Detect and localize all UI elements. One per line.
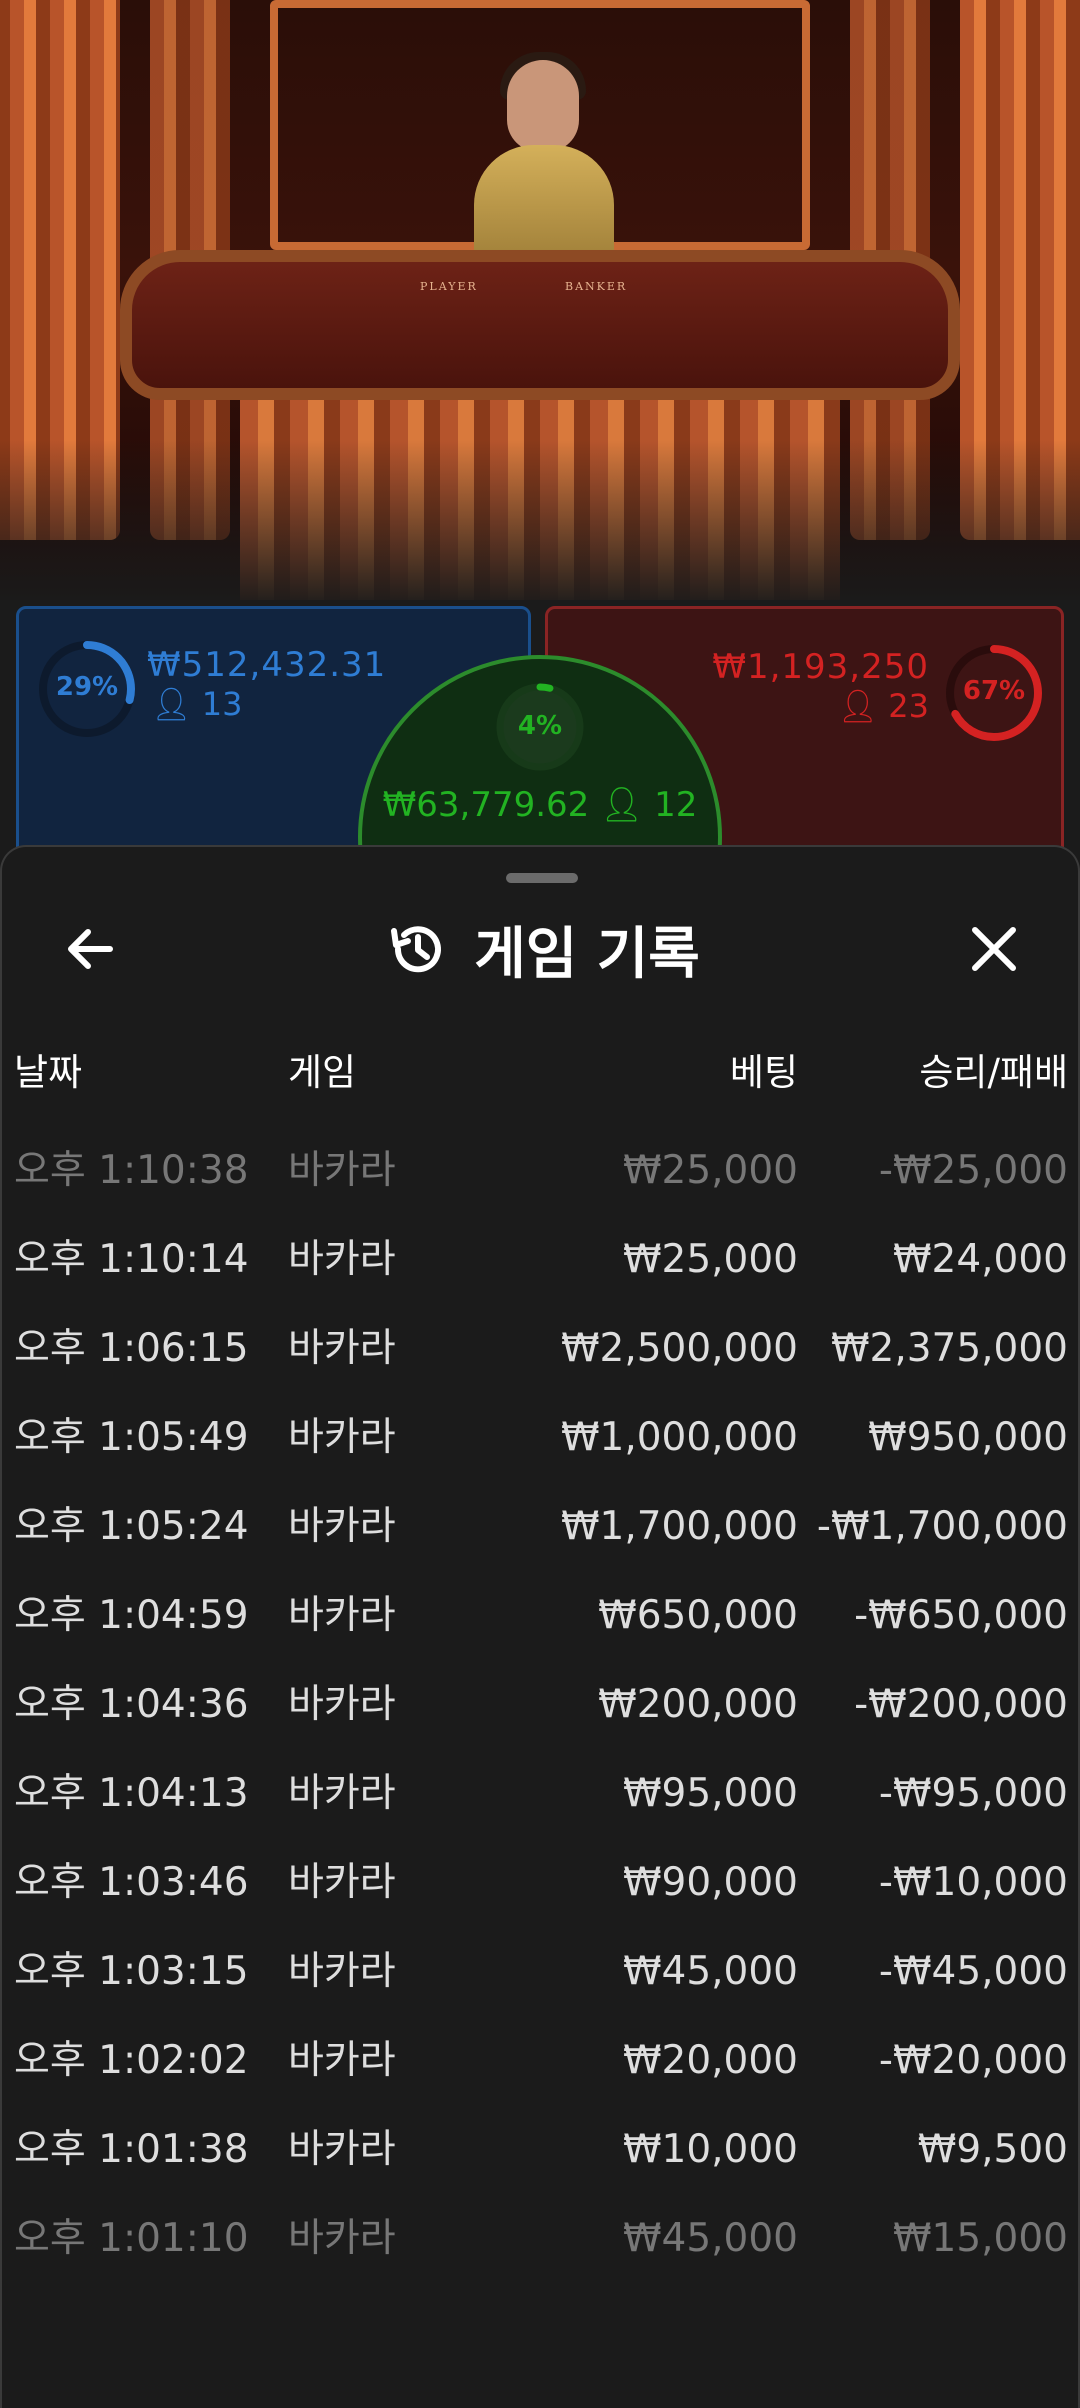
row-time: 오후 1:05:49 [14,1415,249,1460]
row-time: 오후 1:03:46 [14,1860,249,1905]
row-win-loss: ₩24,000 [892,1237,1068,1282]
banker-amount: ₩1,193,250 [712,647,929,687]
row-win-loss: ₩15,000 [892,2216,1068,2261]
row-bet: ₩1,700,000 [560,1504,798,1549]
close-icon [972,927,1016,971]
banker-percent: 67% [962,676,1026,706]
player-percent: 29% [55,672,119,702]
history-row[interactable]: 오후 1:10:14 바카라 ₩25,000 ₩24,000 [2,1215,1078,1304]
row-time: 오후 1:05:24 [14,1504,249,1549]
row-game: 바카라 [288,1949,396,1994]
player-count: 13 [201,685,243,723]
row-game: 바카라 [288,1771,396,1816]
player-count-row: 👤︎ 13 [151,685,243,723]
row-bet: ₩650,000 [598,1593,798,1638]
banker-count-row: 👤︎ 23 [837,687,929,725]
tie-amount-row: ₩63,779.62 👤︎ 12 [362,785,718,825]
row-bet: ₩90,000 [622,1860,798,1905]
column-bet: 베팅 [729,1051,798,1094]
row-time: 오후 1:02:02 [14,2038,249,2083]
history-row[interactable]: 오후 1:01:38 바카라 ₩10,000 ₩9,500 [2,2105,1078,2194]
person-icon: 👤︎ [600,785,644,825]
row-game: 바카라 [288,2127,396,2172]
player-amount: ₩512,432.31 [147,645,387,685]
row-time: 오후 1:10:14 [14,1237,249,1282]
live-dealer-video: PLAYER BANKER [0,0,1080,600]
row-bet: ₩45,000 [622,1949,798,1994]
row-time: 오후 1:04:13 [14,1771,249,1816]
row-win-loss: -₩10,000 [878,1860,1068,1905]
row-time: 오후 1:04:59 [14,1593,249,1638]
table-label-banker: BANKER [565,280,628,293]
row-time: 오후 1:04:36 [14,1682,249,1727]
page-title: 게임 기록 [474,921,700,987]
row-win-loss: ₩9,500 [917,2127,1068,2172]
history-icon [391,926,442,973]
row-bet: ₩25,000 [622,1237,798,1282]
history-list[interactable]: 오후 1:11:05바카라₩70,000₩47,000오후 1:10:38바카라… [2,1102,1078,2408]
history-row[interactable]: 오후 1:06:15 바카라 ₩2,500,000 ₩2,375,000 [2,1304,1078,1393]
video-fade [0,440,1080,600]
row-game: 바카라 [288,1504,396,1549]
close-button[interactable] [958,913,1030,985]
row-bet: ₩10,000 [622,2127,798,2172]
row-win-loss: -₩45,000 [878,1949,1068,1994]
row-game: 바카라 [288,1415,396,1460]
dealer-head [507,60,579,152]
row-game: 바카라 [288,1326,396,1371]
history-row[interactable]: 오후 1:02:02 바카라 ₩20,000 -₩20,000 [2,2016,1078,2105]
row-win-loss: ₩950,000 [868,1415,1068,1460]
row-bet: ₩20,000 [622,2038,798,2083]
sheet-drag-handle[interactable] [506,873,578,883]
row-time: 오후 1:03:15 [14,1949,249,1994]
tie-percent: 4% [517,711,563,741]
row-win-loss: ₩2,375,000 [830,1326,1068,1371]
row-bet: ₩2,500,000 [560,1326,798,1371]
tie-count: 12 [654,785,698,825]
column-game: 게임 [288,1051,357,1094]
row-bet: ₩45,000 [622,2216,798,2261]
banker-count: 23 [888,687,929,725]
row-bet: ₩95,000 [622,1771,798,1816]
history-row[interactable]: 오후 1:05:49 바카라 ₩1,000,000 ₩950,000 [2,1393,1078,1482]
row-game: 바카라 [288,1593,396,1638]
row-bet: ₩1,000,000 [560,1415,798,1460]
row-game: 바카라 [288,1860,396,1905]
history-row[interactable]: 오후 1:04:36 바카라 ₩200,000 -₩200,000 [2,1660,1078,1749]
row-game: 바카라 [288,1682,396,1727]
person-icon: 👤︎ [151,685,192,723]
history-row[interactable]: 오후 1:03:15 바카라 ₩45,000 -₩45,000 [2,1927,1078,2016]
sheet-header: 게임 기록 [2,909,1078,989]
table-header: 날짜 게임 베팅 승리/패배 [2,1042,1078,1102]
row-time: 오후 1:01:38 [14,2127,249,2172]
history-row[interactable]: 오후 1:04:59 바카라 ₩650,000 -₩650,000 [2,1571,1078,1660]
history-row[interactable]: 오후 1:05:24 바카라 ₩1,700,000 -₩1,700,000 [2,1482,1078,1571]
column-date: 날짜 [14,1051,83,1094]
row-win-loss: -₩650,000 [854,1593,1068,1638]
history-row[interactable]: 오후 1:01:10 바카라 ₩45,000 ₩15,000 [2,2194,1078,2283]
row-game: 바카라 [288,1237,396,1282]
tie-amount: ₩63,779.62 [382,785,590,825]
row-win-loss: -₩200,000 [854,1682,1068,1727]
row-game: 바카라 [288,2038,396,2083]
row-bet: ₩200,000 [598,1682,798,1727]
row-win-loss: -₩95,000 [878,1771,1068,1816]
row-win-loss: -₩1,700,000 [816,1504,1068,1549]
baccarat-table [120,250,960,400]
history-row[interactable]: 오후 1:04:13 바카라 ₩95,000 -₩95,000 [2,1749,1078,1838]
person-icon: 👤︎ [837,687,879,725]
list-top-fade [2,1102,1078,1142]
game-history-sheet: 게임 기록 날짜 게임 베팅 승리/패배 오후 1:11:05바카라₩70,00… [0,845,1080,2408]
row-win-loss: -₩20,000 [878,2038,1068,2083]
column-win-loss: 승리/패배 [919,1051,1068,1094]
row-game: 바카라 [288,2216,396,2261]
history-row[interactable]: 오후 1:03:46 바카라 ₩90,000 -₩10,000 [2,1838,1078,1927]
row-time: 오후 1:01:10 [14,2216,249,2261]
row-time: 오후 1:06:15 [14,1326,249,1371]
table-label-player: PLAYER [420,280,478,293]
